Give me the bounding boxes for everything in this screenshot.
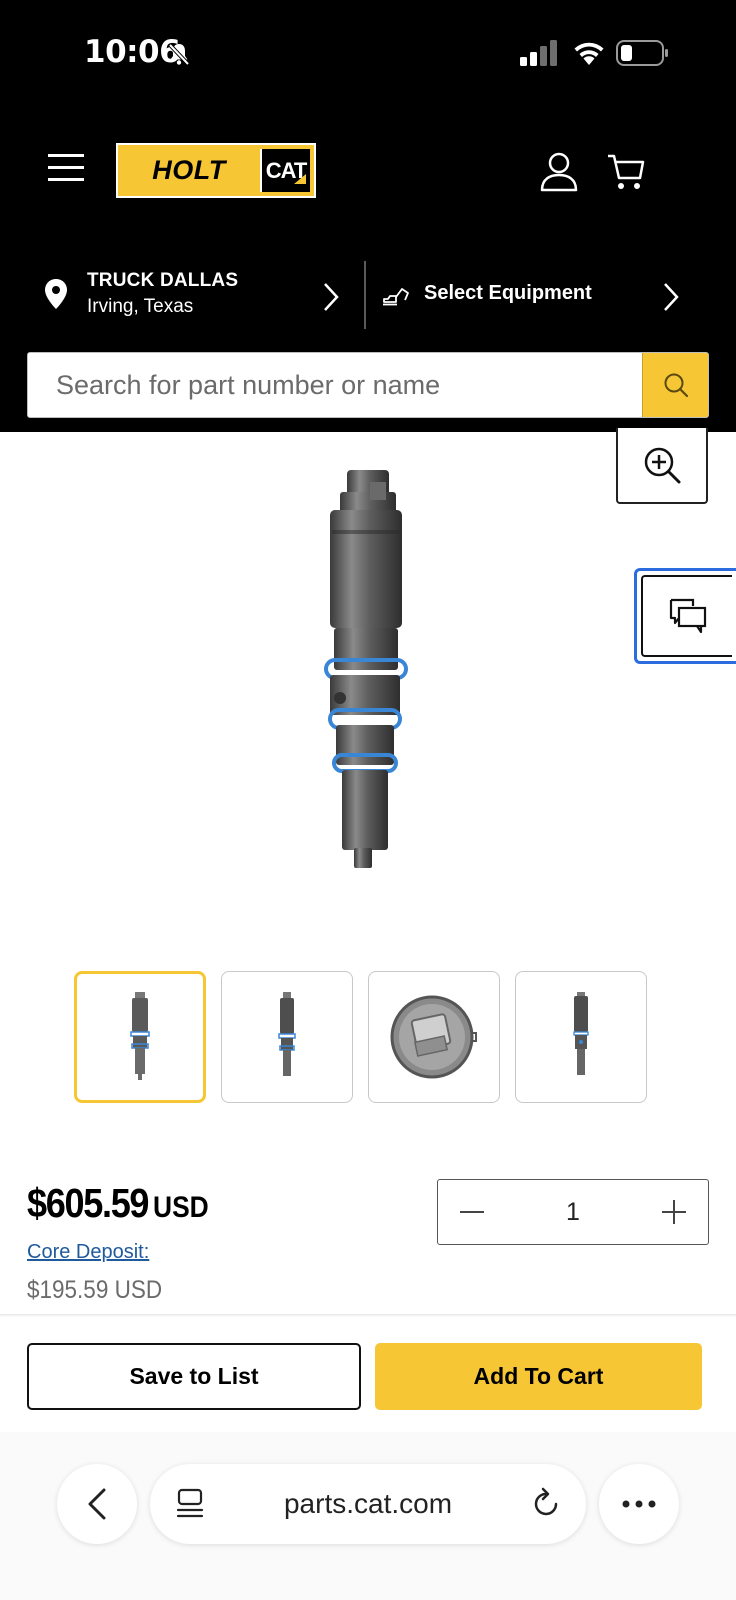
location-pin-icon bbox=[45, 279, 67, 309]
zoom-button[interactable] bbox=[616, 428, 708, 504]
injector-thumbnail-image bbox=[130, 992, 150, 1080]
view-in-ar-button[interactable] bbox=[634, 568, 736, 664]
sticky-footer-divider bbox=[0, 1314, 736, 1317]
thumbnail-4[interactable] bbox=[515, 971, 647, 1103]
chevron-left-icon bbox=[88, 1488, 106, 1520]
cart-icon[interactable] bbox=[606, 152, 646, 192]
save-to-list-button[interactable]: Save to List bbox=[27, 1343, 361, 1410]
core-deposit-price: $195.59 USD bbox=[27, 1276, 163, 1304]
ar-view-icon bbox=[669, 598, 706, 634]
search-icon bbox=[664, 373, 688, 398]
header-divider bbox=[364, 261, 366, 329]
reload-icon[interactable] bbox=[532, 1486, 562, 1520]
thumbnail-1[interactable] bbox=[74, 971, 206, 1103]
account-icon[interactable] bbox=[540, 152, 578, 192]
add-to-cart-button[interactable]: Add To Cart bbox=[375, 1343, 702, 1410]
cellular-signal-icon bbox=[520, 40, 557, 66]
increase-quantity-button[interactable] bbox=[640, 1180, 708, 1244]
logo-holt-text: HOLT bbox=[152, 155, 226, 185]
more-options-button[interactable] bbox=[599, 1464, 679, 1544]
store-location: Irving, Texas bbox=[87, 296, 194, 317]
address-bar[interactable]: parts.cat.com bbox=[150, 1464, 586, 1544]
quantity-stepper: 1 bbox=[437, 1179, 709, 1245]
price-currency: USD bbox=[152, 1191, 209, 1224]
product-price: $605.59 bbox=[27, 1180, 150, 1226]
logo-cat-badge: CAT bbox=[260, 149, 310, 192]
ellipsis-icon bbox=[622, 1500, 656, 1508]
store-name: TRUCK DALLAS bbox=[87, 270, 239, 291]
url-text[interactable]: parts.cat.com bbox=[150, 1488, 586, 1520]
thumbnail-3[interactable] bbox=[368, 971, 500, 1103]
price-block: $605.59 USD bbox=[27, 1180, 216, 1227]
injector-side-thumbnail-image bbox=[278, 992, 296, 1076]
cat-triangle-icon bbox=[294, 174, 306, 184]
hamburger-menu-icon[interactable] bbox=[46, 150, 86, 186]
holt-cat-logo[interactable]: HOLT CAT bbox=[116, 143, 316, 198]
fuel-injector-image bbox=[324, 470, 408, 868]
status-time: 10:06 bbox=[84, 34, 181, 70]
bell-muted-icon bbox=[168, 43, 190, 66]
search-button[interactable] bbox=[642, 353, 708, 417]
quantity-value[interactable]: 1 bbox=[506, 1198, 640, 1227]
search-input[interactable] bbox=[28, 353, 642, 417]
injector-rear-thumbnail-image bbox=[573, 992, 589, 1075]
chevron-right-icon bbox=[324, 283, 339, 311]
zoom-in-icon bbox=[644, 447, 681, 484]
search-bar bbox=[27, 352, 709, 418]
core-deposit-link[interactable]: Core Deposit: bbox=[27, 1241, 149, 1264]
minus-icon bbox=[460, 1211, 484, 1213]
wifi-icon bbox=[574, 42, 604, 65]
decrease-quantity-button[interactable] bbox=[438, 1180, 506, 1244]
browser-back-button[interactable] bbox=[57, 1464, 137, 1544]
injector-top-thumbnail-image bbox=[390, 995, 477, 1079]
excavator-icon bbox=[383, 288, 409, 306]
image-thumbnails bbox=[74, 971, 647, 1103]
select-equipment-label: Select Equipment bbox=[424, 282, 592, 304]
chevron-right-icon bbox=[664, 283, 679, 311]
thumbnail-2[interactable] bbox=[221, 971, 353, 1103]
plus-icon bbox=[662, 1200, 686, 1224]
battery-icon bbox=[616, 40, 668, 66]
